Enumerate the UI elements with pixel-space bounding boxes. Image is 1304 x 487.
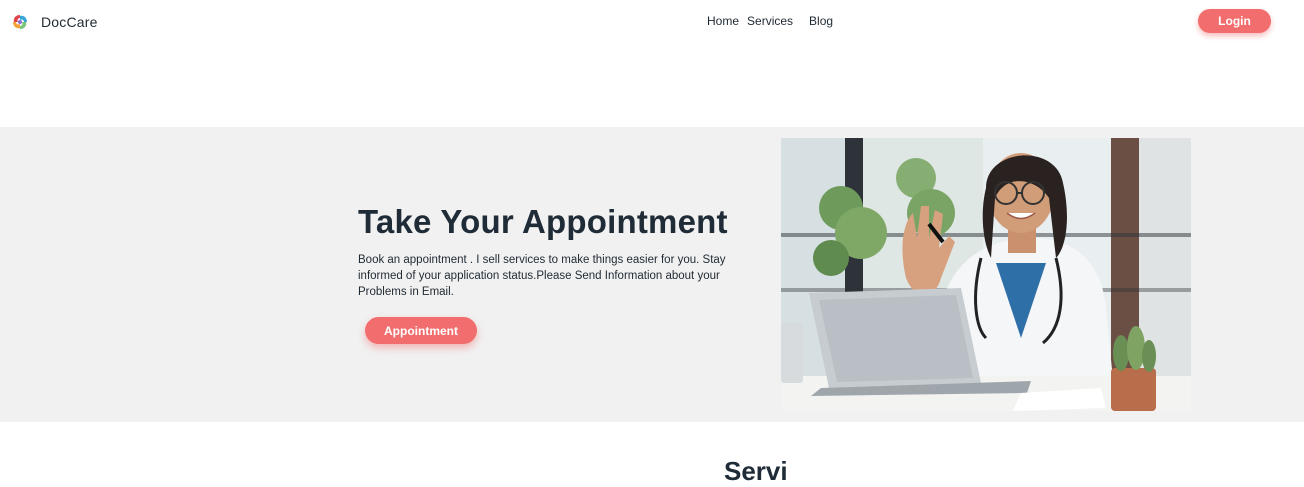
nav-services-link[interactable]: Services	[747, 14, 793, 28]
login-button[interactable]: Login	[1198, 9, 1271, 33]
services-section-title: Servi	[724, 456, 788, 486]
brand-name: DocCare	[41, 14, 98, 30]
site-header: DocCare Home Services Blog Login	[0, 0, 1304, 46]
hero-section: Take Your Appointment Book an appointmen…	[0, 127, 1304, 422]
doccare-logo-icon	[13, 15, 27, 29]
brand[interactable]: DocCare	[11, 13, 98, 31]
hero-doctor-image	[781, 138, 1191, 411]
appointment-button[interactable]: Appointment	[365, 317, 477, 344]
nav-blog-link[interactable]: Blog	[809, 14, 833, 28]
hero-title: Take Your Appointment	[358, 203, 728, 240]
main-nav: Home Services Blog	[707, 14, 833, 28]
nav-home-link[interactable]: Home	[707, 14, 739, 28]
hero-description: Book an appointment . I sell services to…	[358, 254, 726, 298]
doctor-photo-illustration	[781, 138, 1191, 411]
